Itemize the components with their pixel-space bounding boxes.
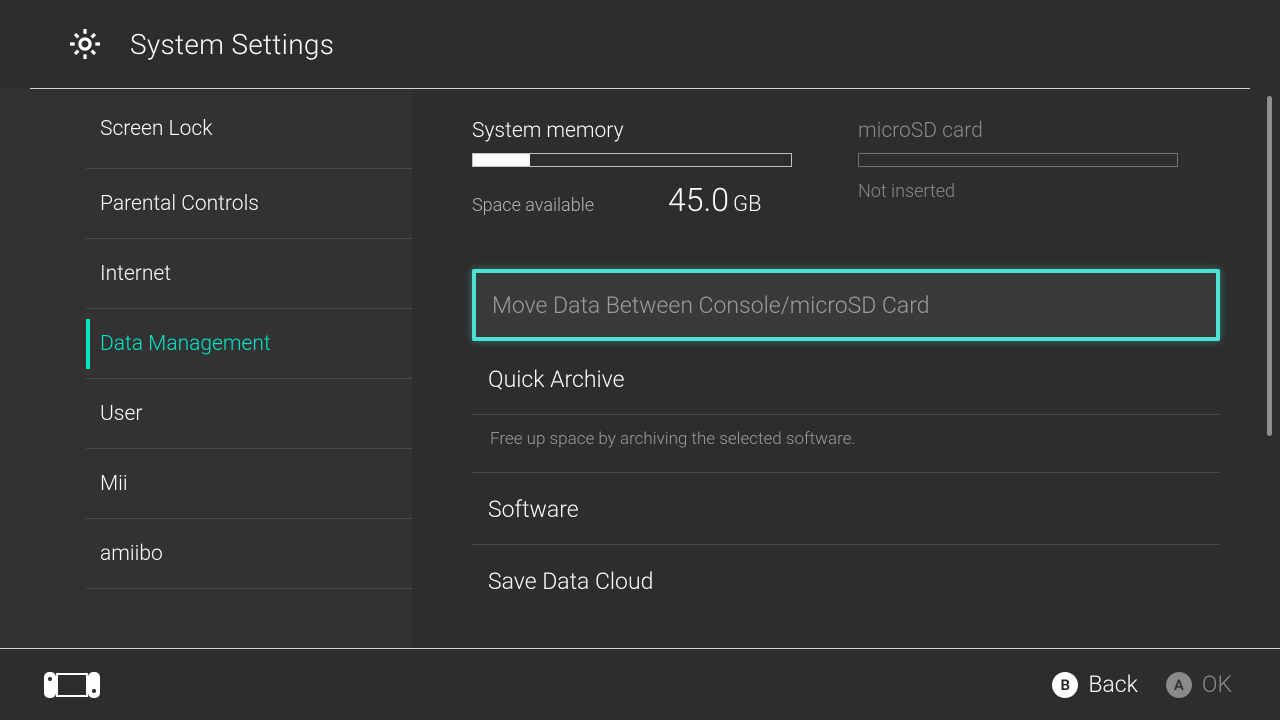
sidebar-item-parental-controls[interactable]: Parental Controls <box>0 169 412 239</box>
storage-available-value: 45.0 <box>668 181 729 219</box>
sidebar-item-mii[interactable]: Mii <box>0 449 412 519</box>
option-save-data-cloud[interactable]: Save Data Cloud <box>472 545 1220 617</box>
storage-sd: microSD card Not inserted <box>858 119 1188 219</box>
sidebar-item-amiibo[interactable]: amiibo <box>0 519 412 589</box>
option-label: Move Data Between Console/microSD Card <box>492 292 930 319</box>
sidebar-item-label: Parental Controls <box>100 192 259 216</box>
content-panel: System memory Space available 45.0GB mic… <box>412 89 1280 648</box>
a-button-icon: A <box>1166 672 1192 698</box>
gear-icon <box>66 25 104 63</box>
sidebar-item-internet[interactable]: Internet <box>0 239 412 309</box>
sidebar-item-user[interactable]: User <box>0 379 412 449</box>
storage-sd-status: Not inserted <box>858 181 955 202</box>
b-button-icon: B <box>1052 672 1078 698</box>
sidebar-item-data-management[interactable]: Data Management <box>0 309 412 379</box>
controller-icon <box>44 672 100 698</box>
storage-system-title: System memory <box>472 119 802 143</box>
sidebar-item-label: Data Management <box>100 332 271 356</box>
back-label: Back <box>1088 671 1138 698</box>
active-indicator <box>86 319 90 369</box>
footer: B Back A OK <box>0 648 1280 720</box>
storage-available-unit: GB <box>733 192 762 217</box>
ok-label: OK <box>1202 671 1232 698</box>
ok-button[interactable]: A OK <box>1166 671 1232 698</box>
sidebar: Screen Lock Parental Controls Internet D… <box>0 89 412 648</box>
sidebar-item-label: Screen Lock <box>100 117 213 141</box>
header: System Settings <box>0 0 1280 88</box>
sidebar-item-label: Mii <box>100 472 128 496</box>
storage-sd-title: microSD card <box>858 119 1188 143</box>
sidebar-item-label: User <box>100 402 142 426</box>
option-software[interactable]: Software <box>472 473 1220 545</box>
storage-summary: System memory Space available 45.0GB mic… <box>472 119 1220 219</box>
page-title: System Settings <box>130 28 334 61</box>
option-label: Quick Archive <box>488 366 625 393</box>
back-button[interactable]: B Back <box>1052 671 1138 698</box>
option-label: Save Data Cloud <box>488 568 653 595</box>
sidebar-item-label: amiibo <box>100 542 163 566</box>
option-quick-archive-desc: Free up space by archiving the selected … <box>472 415 1220 473</box>
storage-system: System memory Space available 45.0GB <box>472 119 802 219</box>
storage-system-bar-fill <box>473 154 530 166</box>
option-label: Software <box>488 496 579 523</box>
storage-sd-bar <box>858 153 1178 167</box>
scrollbar[interactable] <box>1267 96 1272 436</box>
storage-system-bar <box>472 153 792 167</box>
option-quick-archive[interactable]: Quick Archive <box>472 343 1220 415</box>
sidebar-item-label: Internet <box>100 262 171 286</box>
storage-available-label: Space available <box>472 195 594 216</box>
option-move-data[interactable]: Move Data Between Console/microSD Card <box>472 269 1220 341</box>
sidebar-item-screen-lock[interactable]: Screen Lock <box>0 89 412 169</box>
